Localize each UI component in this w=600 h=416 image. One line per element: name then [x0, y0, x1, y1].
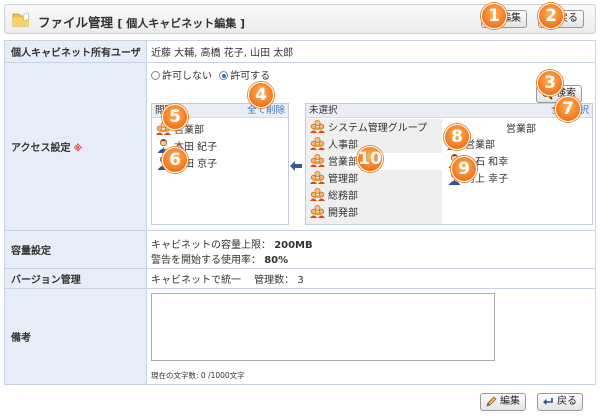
badge-5: 5	[162, 104, 188, 130]
list-item[interactable]: 開発部	[309, 204, 358, 221]
badge-6: 6	[162, 147, 188, 173]
page-subtitle: [ 個人キャビネット編集 ]	[117, 17, 246, 30]
version-value: キャビネットで統一 管理数： 3	[146, 268, 596, 289]
memo-label: 備考	[4, 288, 147, 385]
pencil-icon	[486, 396, 497, 407]
arrow-left-icon[interactable]	[290, 161, 302, 171]
capacity-value: キャビネットの容量上限： 200MB 警告を開始する使用率： 80%	[146, 230, 596, 269]
badge-4: 4	[248, 82, 274, 108]
access-radio-group: 許可しない 許可する	[151, 67, 270, 82]
list-item[interactable]: 管理部	[309, 170, 358, 187]
radio-allow[interactable]: 許可する	[219, 71, 270, 82]
required-mark: ※	[73, 144, 83, 154]
return-arrow-icon	[543, 398, 553, 405]
memo-cell: 現在の文字数: 0 /1000文字	[146, 288, 596, 385]
group-icon	[309, 119, 326, 134]
access-label: アクセス設定 ※	[4, 62, 147, 231]
list-item[interactable]: 営業部	[309, 153, 358, 170]
group-icon	[309, 204, 326, 219]
folder-icon	[12, 12, 30, 27]
unselected-box-header: 未選択 全て選択	[306, 104, 592, 118]
badge-3: 3	[537, 70, 563, 96]
unselected-box: 未選択 全て選択 システム管理グループ 人事部 営業部 管理部	[305, 103, 593, 225]
group-icon	[309, 153, 326, 168]
owners-label: 個人キャビネット所有ユーザ	[4, 40, 147, 63]
owners-value: 近藤 大輔, 高橋 花子, 山田 太郎	[146, 40, 596, 63]
badge-2: 2	[538, 3, 564, 29]
badge-7: 7	[555, 96, 581, 122]
list-item[interactable]: システム管理グループ	[309, 119, 427, 136]
badge-8: 8	[444, 124, 470, 150]
member-list-heading: 営業部	[506, 124, 536, 135]
badge-10: 10	[357, 146, 383, 172]
group-icon	[309, 187, 326, 202]
badge-1: 1	[481, 3, 507, 29]
group-icon	[309, 170, 326, 185]
memo-textarea[interactable]	[151, 293, 495, 361]
edit-button-bottom[interactable]: 編集	[480, 393, 526, 411]
page-header: ファイル管理 [ 個人キャビネット編集 ] 編集 戻る	[4, 4, 596, 34]
group-icon	[309, 136, 326, 151]
list-item[interactable]: 人事部	[309, 136, 358, 153]
version-label: バージョン管理	[4, 268, 147, 289]
group-list: システム管理グループ 人事部 営業部 管理部 総務部 開発部	[306, 119, 442, 224]
page-title: ファイル管理 [ 個人キャビネット編集 ]	[38, 15, 246, 30]
capacity-label: 容量設定	[4, 230, 147, 269]
radio-deny[interactable]: 許可しない	[151, 71, 212, 82]
capacity-limit: キャビネットの容量上限： 200MB	[151, 240, 313, 251]
list-item[interactable]: 総務部	[309, 187, 358, 204]
capacity-warning: 警告を開始する使用率： 80%	[151, 255, 289, 266]
back-button-bottom[interactable]: 戻る	[537, 393, 583, 411]
radio-allow-circle[interactable]	[219, 71, 229, 80]
cabinet-form: 個人キャビネット所有ユーザ 近藤 大輔, 高橋 花子, 山田 太郎 アクセス設定…	[4, 40, 596, 385]
radio-deny-circle[interactable]	[151, 71, 160, 80]
badge-9: 9	[451, 156, 477, 182]
char-counter: 現在の文字数: 0 /1000文字	[151, 371, 245, 380]
